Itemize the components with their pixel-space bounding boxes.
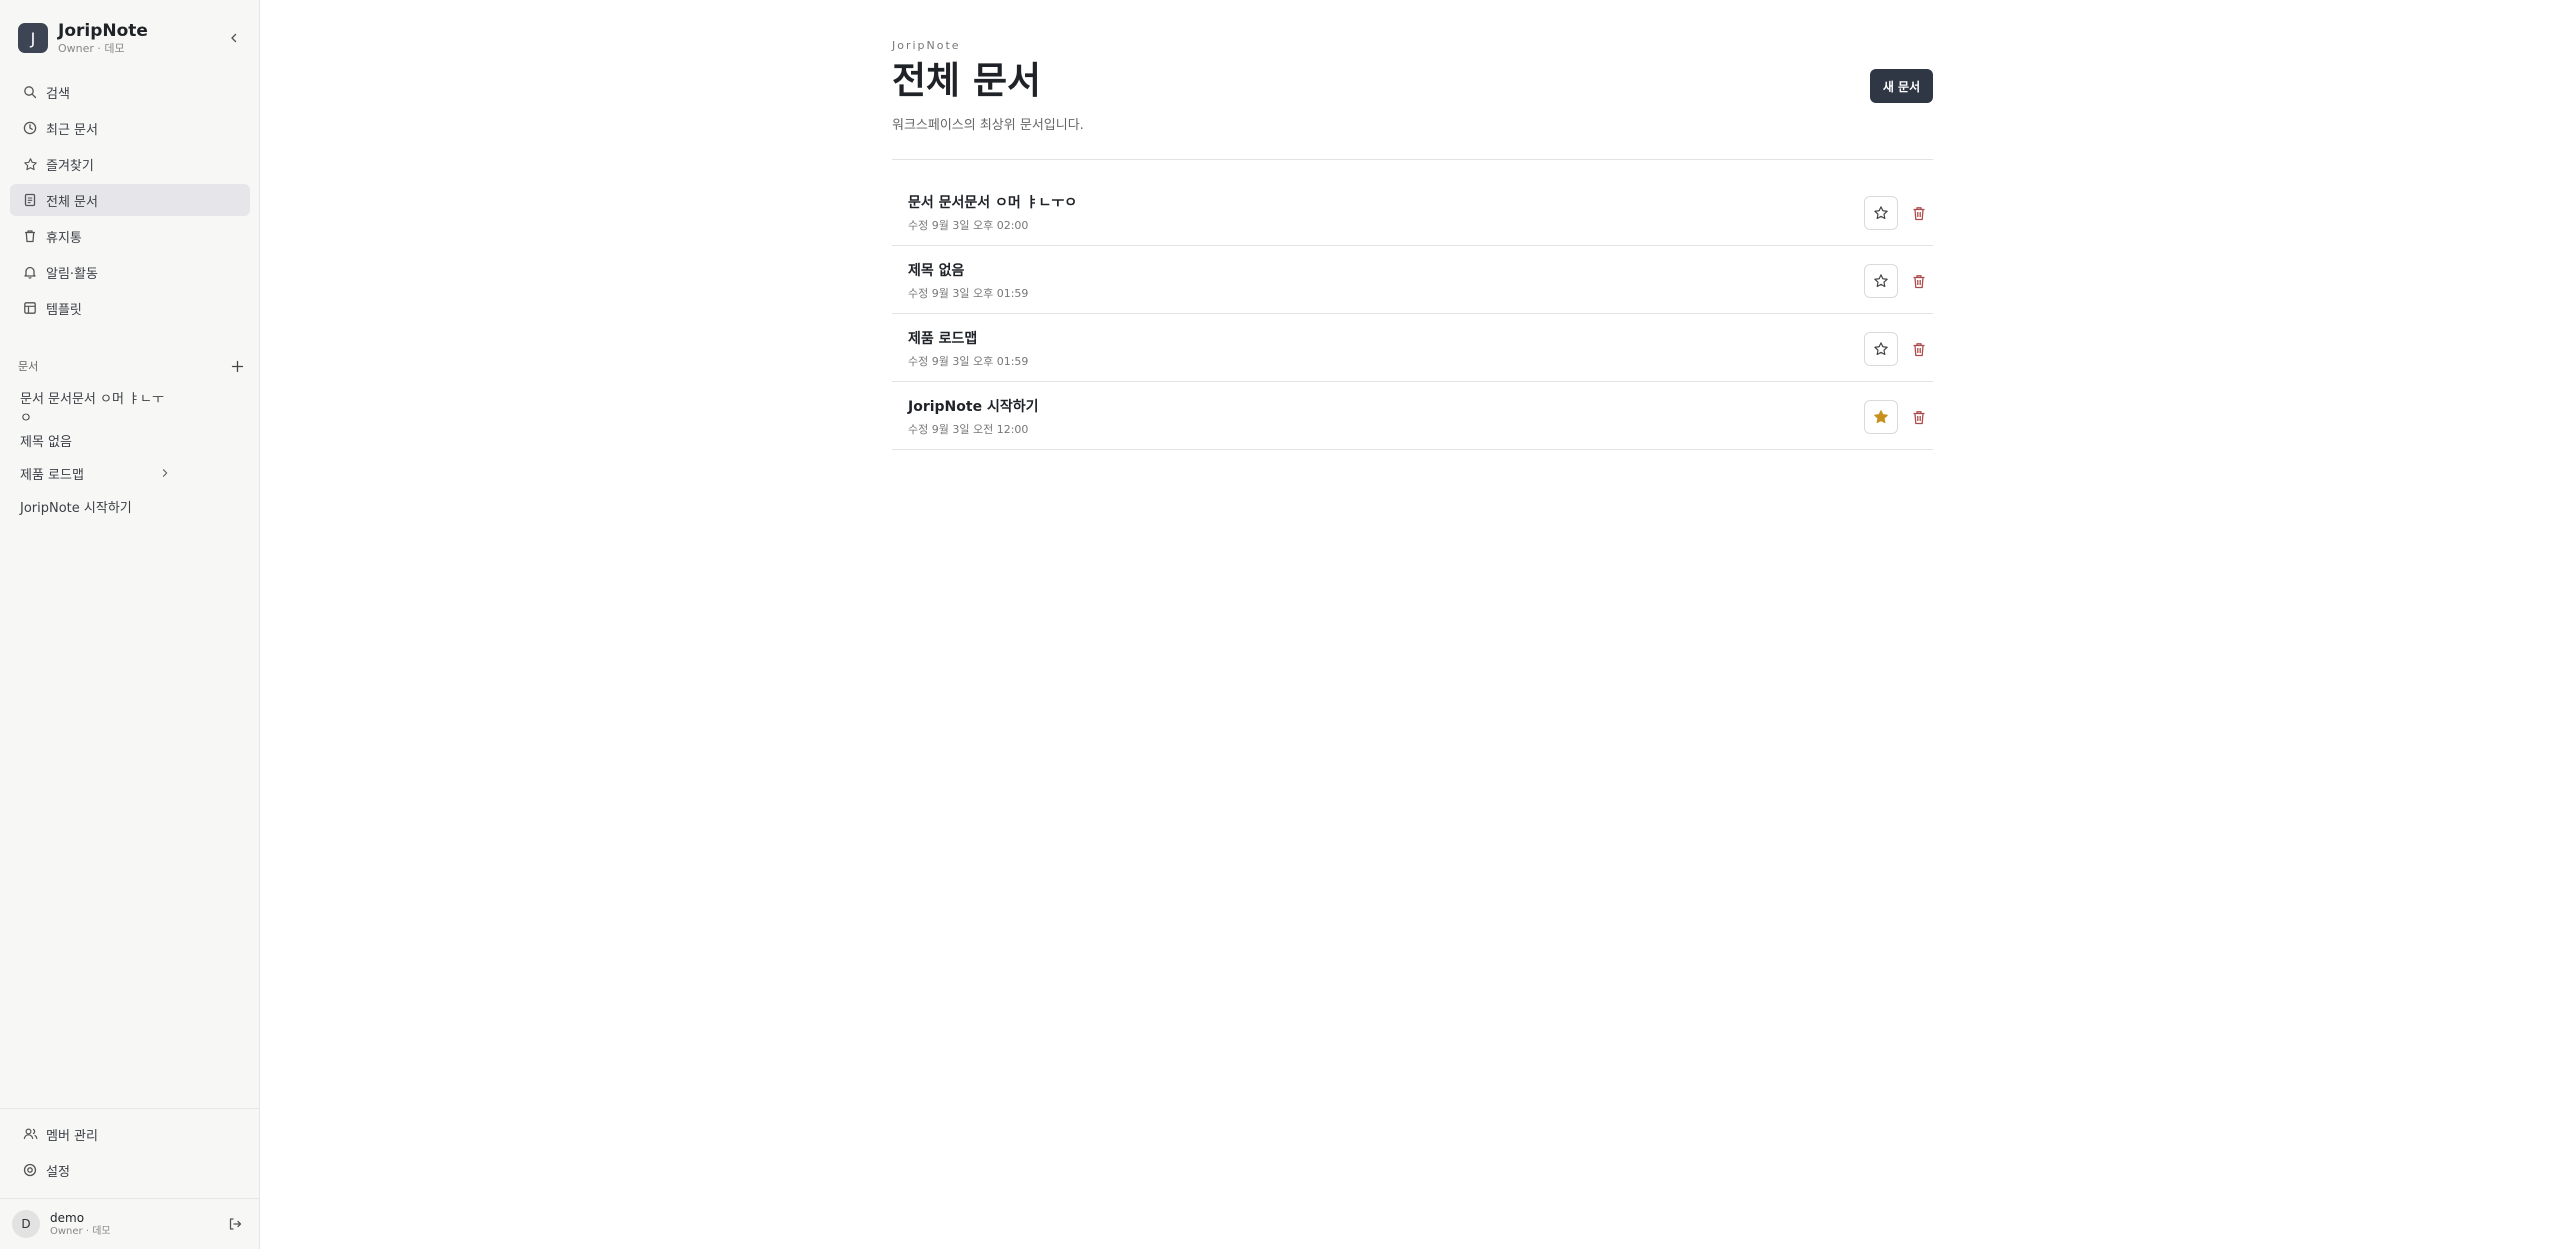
document-row[interactable]: 제목 없음 수정 9월 3일 오후 01:59: [892, 246, 1933, 314]
workspace-name: JoripNote: [58, 20, 148, 41]
user-name: demo: [50, 1210, 85, 1225]
document-list: 문서 문서문서 ㅇ머 ㅑㄴㅜㅇ 수정 9월 3일 오후 02:00 제목 없음 …: [892, 178, 1933, 450]
document-row[interactable]: JoripNote 시작하기 수정 9월 3일 오전 12:00: [892, 382, 1933, 450]
document-modified: 수정 9월 3일 오후 01:59: [908, 355, 1029, 368]
favorite-button[interactable]: [1864, 196, 1898, 230]
trash-icon: [1913, 206, 1925, 220]
tree-item[interactable]: 제목 없음: [10, 426, 250, 454]
nav-trash[interactable]: 휴지통: [10, 220, 250, 252]
logout-button[interactable]: [224, 1213, 246, 1235]
header-divider: [892, 159, 1933, 160]
document-modified: 수정 9월 3일 오후 02:00: [908, 219, 1029, 232]
collapse-sidebar-button[interactable]: [223, 27, 245, 49]
star-icon: [22, 156, 38, 172]
workspace-info: JoripNote Owner · 데모: [58, 21, 223, 56]
delete-button[interactable]: [1909, 407, 1929, 427]
sidebar: J JoripNote Owner · 데모 검색 최근 문서 즐겨찾기 전체 …: [0, 0, 260, 1249]
user-info: demo Owner · 데모: [50, 1211, 224, 1238]
nav-templates[interactable]: 템플릿: [10, 292, 250, 324]
footer-nav: 멤버 관리 설정: [10, 1118, 250, 1190]
tree-item-label: JoripNote 시작하기: [20, 500, 132, 516]
document-title: JoripNote 시작하기: [908, 399, 1039, 415]
search-icon: [22, 84, 38, 100]
workspace-header[interactable]: J JoripNote Owner · 데모: [18, 18, 245, 58]
star-icon: [1874, 274, 1888, 288]
documents-section-header: 문서: [18, 356, 246, 376]
section-title: 문서: [18, 360, 39, 373]
workspace-avatar: J: [18, 23, 48, 53]
new-document-button[interactable]: 새 문서: [1870, 69, 1933, 103]
nav-label: 설정: [46, 1164, 70, 1180]
avatar[interactable]: D: [12, 1210, 40, 1238]
main-nav: 검색 최근 문서 즐겨찾기 전체 문서 휴지통 알림·활동 템플릿: [10, 76, 250, 328]
tree-item[interactable]: 제품 로드맵: [10, 459, 250, 487]
star-filled-icon: [1874, 410, 1888, 424]
document-row[interactable]: 문서 문서문서 ㅇ머 ㅑㄴㅜㅇ 수정 9월 3일 오후 02:00: [892, 178, 1933, 246]
nav-label: 전체 문서: [46, 194, 98, 210]
delete-button[interactable]: [1909, 271, 1929, 291]
template-icon: [22, 300, 38, 316]
nav-recent[interactable]: 최근 문서: [10, 112, 250, 144]
tree-item-label: 제목 없음: [20, 434, 72, 450]
favorite-button[interactable]: [1864, 332, 1898, 366]
chevron-left-icon: [231, 33, 237, 43]
page-title: 전체 문서: [892, 59, 1042, 102]
brand-label: JoripNote: [892, 39, 961, 52]
favorite-button[interactable]: [1864, 264, 1898, 298]
document-modified: 수정 9월 3일 오전 12:00: [908, 423, 1029, 436]
nav-label: 즐겨찾기: [46, 158, 94, 174]
nav-notifications[interactable]: 알림·활동: [10, 256, 250, 288]
workspace-role: Owner · 데모: [58, 41, 125, 55]
star-icon: [1874, 206, 1888, 220]
page-description: 워크스페이스의 최상위 문서입니다.: [892, 118, 1084, 133]
trash-icon: [1913, 342, 1925, 356]
users-icon: [22, 1126, 38, 1142]
nav-members[interactable]: 멤버 관리: [10, 1118, 250, 1150]
bell-icon: [22, 264, 38, 280]
nav-label: 휴지통: [46, 230, 82, 246]
trash-icon: [1913, 410, 1925, 424]
nav-favorites[interactable]: 즐겨찾기: [10, 148, 250, 180]
tree-item[interactable]: JoripNote 시작하기: [10, 492, 250, 520]
nav-label: 멤버 관리: [46, 1128, 98, 1144]
document-icon: [22, 192, 38, 208]
tree-item-label: 문서 문서문서 ㅇ머 ㅑㄴㅜㅇ: [20, 392, 164, 426]
clock-icon: [22, 120, 38, 136]
delete-button[interactable]: [1909, 203, 1929, 223]
nav-settings[interactable]: 설정: [10, 1154, 250, 1186]
nav-label: 최근 문서: [46, 122, 98, 138]
chevron-right-icon[interactable]: [158, 466, 172, 480]
tree-item[interactable]: 문서 문서문서 ㅇ머 ㅑㄴㅜㅇ: [10, 392, 250, 426]
document-modified: 수정 9월 3일 오후 01:59: [908, 287, 1029, 300]
nav-label: 템플릿: [46, 302, 82, 318]
nav-all-documents[interactable]: 전체 문서: [10, 184, 250, 216]
favorite-button[interactable]: [1864, 400, 1898, 434]
settings-icon: [22, 1162, 38, 1178]
user-role: Owner · 데모: [50, 1225, 111, 1237]
trash-icon: [1913, 274, 1925, 288]
document-title: 제품 로드맵: [908, 331, 978, 347]
document-title: 문서 문서문서 ㅇ머 ㅑㄴㅜㅇ: [908, 195, 1078, 211]
nav-label: 알림·활동: [46, 266, 98, 282]
document-row[interactable]: 제품 로드맵 수정 9월 3일 오후 01:59: [892, 314, 1933, 382]
tree-item-label: 제품 로드맵: [20, 467, 84, 483]
sidebar-divider: [0, 1108, 259, 1109]
add-document-button[interactable]: [228, 357, 246, 375]
document-tree: 문서 문서문서 ㅇ머 ㅑㄴㅜㅇ 제목 없음 제품 로드맵 JoripNote 시…: [10, 392, 250, 525]
nav-label: 검색: [46, 86, 70, 102]
plus-icon: [231, 360, 243, 372]
delete-button[interactable]: [1909, 339, 1929, 359]
trash-icon: [22, 228, 38, 244]
sidebar-divider: [0, 1198, 259, 1199]
nav-search[interactable]: 검색: [10, 76, 250, 108]
star-icon: [1874, 342, 1888, 356]
logout-icon: [229, 1218, 242, 1230]
document-title: 제목 없음: [908, 263, 965, 279]
user-profile: D demo Owner · 데모: [12, 1208, 246, 1240]
